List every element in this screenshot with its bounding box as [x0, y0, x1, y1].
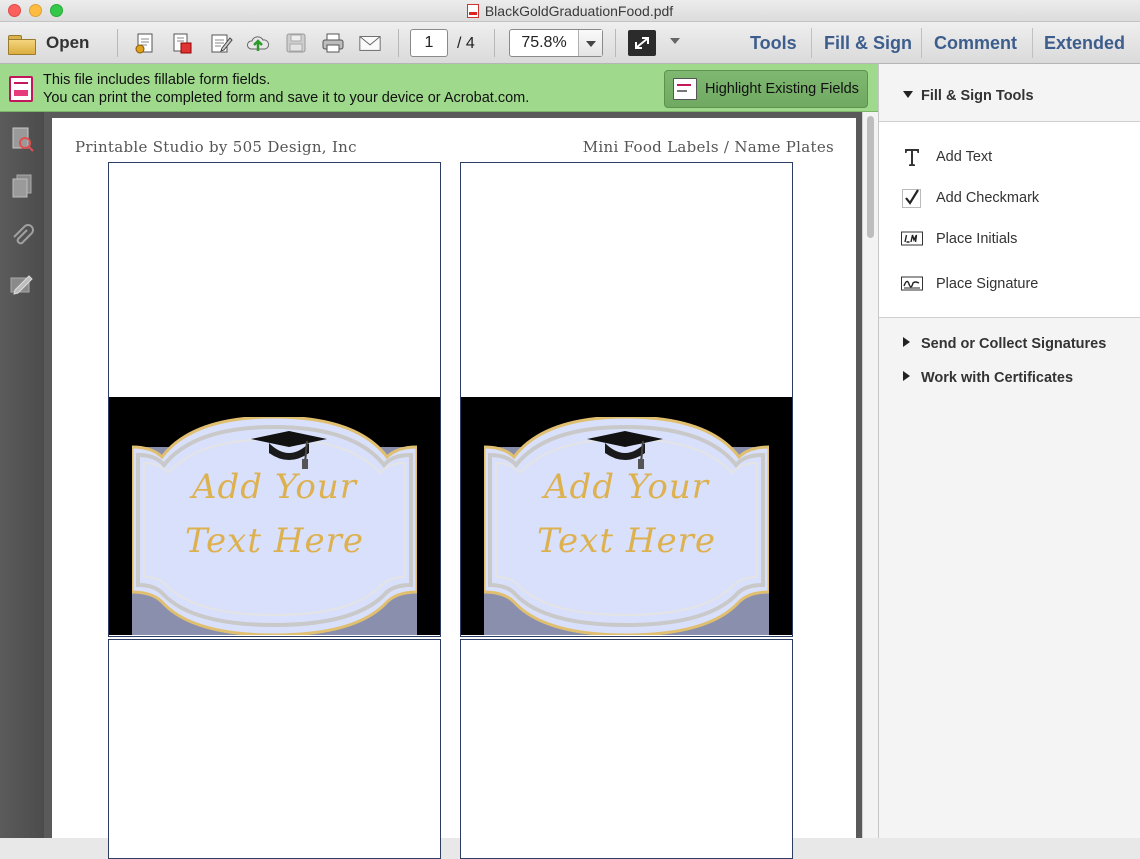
label-artwork: Add Your Text Here: [461, 397, 792, 635]
signatures-pen-icon[interactable]: [9, 272, 35, 298]
save-icon[interactable]: [284, 31, 308, 55]
label-artwork: Add Your Text Here: [109, 397, 440, 635]
panel-header[interactable]: Fill & Sign Tools: [879, 64, 1140, 122]
open-label: Open: [46, 33, 90, 52]
chevron-down-icon[interactable]: [578, 30, 602, 56]
tab-tools[interactable]: Tools: [750, 33, 797, 54]
checkmark-icon: [901, 187, 923, 209]
navigation-rail: [0, 64, 44, 838]
upload-cloud-icon[interactable]: [246, 31, 270, 55]
food-label-card[interactable]: [108, 639, 441, 859]
card-placeholder-line-1: Add Your: [191, 467, 357, 507]
form-document-icon: [9, 76, 33, 102]
expand-arrows-icon: [635, 37, 649, 49]
notice-line-2: You can print the completed form and sav…: [43, 90, 530, 106]
toolbar-more-chevron-icon[interactable]: [670, 38, 680, 44]
card-placeholder-line-2: Text Here: [537, 521, 716, 561]
work-with-certificates-section[interactable]: Work with Certificates: [921, 370, 1073, 386]
page-number-input[interactable]: 1: [410, 29, 448, 57]
form-fields-notice-bar: This file includes fillable form fields.…: [0, 64, 878, 112]
food-label-card[interactable]: [460, 639, 793, 859]
window-title: BlackGoldGraduationFood.pdf: [0, 3, 1140, 19]
page-header-right: Mini Food Labels / Name Plates: [582, 138, 834, 156]
tab-separator: [921, 28, 922, 58]
page-thumbnails-icon[interactable]: [9, 126, 35, 152]
card-placeholder-line-2: Text Here: [185, 521, 364, 561]
graduation-cap-icon: [587, 431, 663, 469]
attachments-paperclip-icon[interactable]: [9, 222, 35, 248]
text-t-icon: [901, 146, 923, 168]
place-signature-tool[interactable]: Place Signature: [901, 273, 1038, 295]
add-text-label: Add Text: [936, 149, 993, 165]
page-header-left: Printable Studio by 505 Design, Inc: [75, 138, 357, 156]
toolbar-separator: [398, 29, 399, 57]
place-initials-label: Place Initials: [936, 231, 1018, 247]
window-title-text: BlackGoldGraduationFood.pdf: [484, 3, 674, 19]
title-bar: BlackGoldGraduationFood.pdf: [0, 0, 1140, 22]
create-pdf-icon[interactable]: [133, 31, 157, 55]
highlight-existing-fields-button[interactable]: Highlight Existing Fields: [664, 70, 868, 108]
place-initials-tool[interactable]: Place Initials: [901, 228, 1017, 250]
initials-icon: [901, 228, 923, 250]
tab-separator: [811, 28, 812, 58]
toolbar-separator: [117, 29, 118, 57]
tab-separator: [1032, 28, 1033, 58]
food-label-card[interactable]: Add Your Text Here: [108, 162, 441, 637]
document-scrollbar[interactable]: [862, 112, 878, 838]
notice-line-1: This file includes fillable form fields.: [43, 72, 271, 88]
scrollbar-thumb[interactable]: [867, 116, 874, 238]
add-text-tool[interactable]: Add Text: [901, 146, 992, 168]
add-checkmark-tool[interactable]: Add Checkmark: [901, 187, 1039, 209]
food-label-card[interactable]: Add Your Text Here: [460, 162, 793, 637]
fill-sign-tools-list: Add Text Add Checkmark Place Initials Pl…: [879, 122, 1140, 318]
collapsed-triangle-icon: [903, 371, 910, 381]
tab-fill-sign[interactable]: Fill & Sign: [824, 33, 912, 54]
folder-icon: [8, 33, 36, 55]
main-toolbar: Open 1 / 4 75.8% Tools Fill & Sign Comme…: [0, 22, 1140, 64]
signature-icon: [901, 273, 923, 295]
pages-icon[interactable]: [9, 173, 35, 199]
card-placeholder-line-1: Add Your: [543, 467, 709, 507]
highlight-fields-icon: [673, 78, 697, 100]
full-screen-button[interactable]: [628, 30, 656, 56]
tab-extended[interactable]: Extended: [1044, 33, 1125, 54]
edit-pdf-icon[interactable]: [209, 31, 233, 55]
add-checkmark-label: Add Checkmark: [936, 190, 1040, 206]
open-button[interactable]: Open: [8, 30, 89, 56]
zoom-value: 75.8%: [521, 34, 567, 51]
page-total: / 4: [457, 35, 475, 52]
fill-sign-panel: Fill & Sign Tools Add Text Add Checkmark…: [878, 64, 1140, 838]
toolbar-separator: [615, 29, 616, 57]
panel-title: Fill & Sign Tools: [921, 88, 1034, 104]
graduation-cap-icon: [251, 431, 327, 469]
tab-comment[interactable]: Comment: [934, 33, 1017, 54]
pdf-file-icon: [466, 4, 479, 18]
zoom-select[interactable]: 75.8%: [509, 29, 603, 57]
expand-triangle-icon: [903, 91, 913, 98]
toolbar-separator: [494, 29, 495, 57]
send-collect-signatures-section[interactable]: Send or Collect Signatures: [921, 336, 1106, 352]
print-icon[interactable]: [321, 31, 345, 55]
highlight-button-label: Highlight Existing Fields: [705, 81, 859, 97]
collapsed-triangle-icon: [903, 337, 910, 347]
email-icon[interactable]: [358, 31, 382, 55]
combine-files-icon[interactable]: [170, 31, 194, 55]
place-signature-label: Place Signature: [936, 276, 1039, 292]
pdf-page: Printable Studio by 505 Design, Inc Mini…: [52, 118, 856, 859]
